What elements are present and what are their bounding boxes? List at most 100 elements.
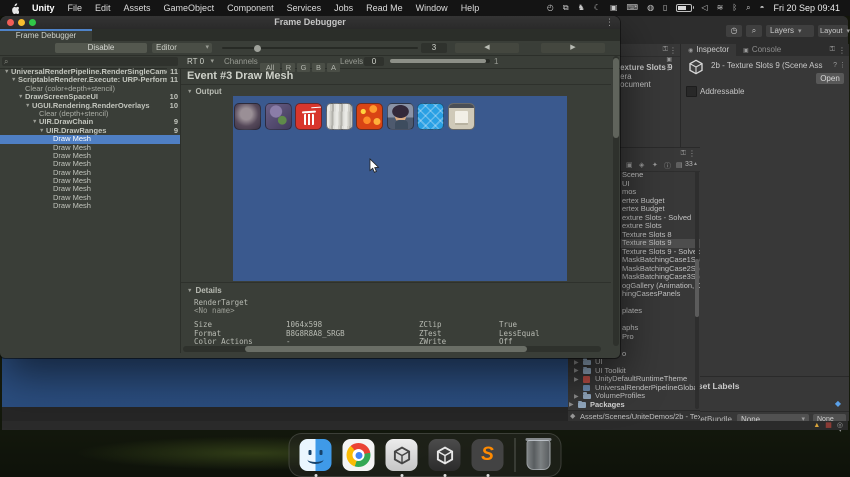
docker-icon[interactable]: ♞ (578, 0, 585, 16)
sublime-dock-icon[interactable]: S (471, 439, 504, 477)
bluetooth-icon[interactable]: ᛒ (732, 0, 737, 16)
unity-hub-dock-icon[interactable] (385, 439, 418, 477)
event-tree-row[interactable]: Draw Mesh (0, 144, 180, 152)
event-tree-row[interactable]: Draw Mesh (0, 194, 180, 202)
addressable-checkbox[interactable] (686, 86, 697, 97)
chrome-dock-icon[interactable] (342, 439, 375, 471)
next-event-button[interactable]: ▶ (541, 43, 605, 53)
disable-button[interactable]: Disable (55, 43, 147, 53)
scroll-up-icon[interactable]: ▲ (693, 161, 698, 167)
tab-frame-debugger[interactable]: Frame Debugger (0, 29, 92, 41)
search-icon[interactable]: ⌕ (746, 25, 762, 37)
search-input[interactable] (2, 57, 178, 66)
event-tree-row[interactable]: ▼ DrawScreenSpaceUI 10 (0, 93, 180, 102)
history-icon[interactable]: ◷ (726, 25, 742, 37)
project-item[interactable]: ▶ UI (568, 358, 700, 367)
event-tree-row[interactable]: Draw Mesh (0, 202, 180, 210)
event-tree-row[interactable]: Draw Mesh (0, 177, 180, 185)
tag-icon[interactable]: ◆ (835, 399, 841, 408)
filter-type-icon[interactable]: ▣ (626, 161, 633, 169)
menu-gameobject[interactable]: GameObject (164, 3, 215, 13)
project-item[interactable]: UniversalRenderPipelineGlobalSet (568, 384, 700, 393)
ok-status-icon[interactable]: ◎ (837, 421, 843, 430)
lock-icon[interactable]: ⚿ (830, 46, 835, 54)
menu-services[interactable]: Services (287, 3, 322, 13)
filter-prefab-icon[interactable]: ◈ (639, 161, 644, 169)
hierarchy-item[interactable]: ocument (618, 81, 680, 90)
menu-dots-icon[interactable]: ⋮ (605, 16, 614, 29)
event-tree-row[interactable]: Draw Mesh (0, 152, 180, 160)
foldout-arrow-icon[interactable]: ▶ (574, 393, 579, 401)
open-button[interactable]: Open (816, 73, 844, 84)
progress-status-icon[interactable]: ▲ (813, 421, 820, 430)
unity-dock-icon[interactable] (428, 439, 461, 477)
help-icon[interactable]: ? (833, 62, 837, 69)
event-tree-row[interactable]: Clear (color+depth+stencil) (0, 85, 180, 93)
sync-icon[interactable]: ◴ (547, 0, 554, 16)
prev-event-button[interactable]: ◀ (455, 43, 519, 53)
finder-dock-icon[interactable] (299, 439, 332, 477)
horizontal-scrollbar-handle[interactable] (245, 346, 527, 352)
menu-component[interactable]: Component (227, 3, 274, 13)
menu-dots-icon[interactable]: ⋮ (688, 149, 696, 158)
event-tree-row[interactable]: ▼ UniversalRenderPipeline.RenderSingleCam… (0, 68, 180, 77)
event-slider-knob[interactable] (254, 44, 261, 52)
menu-dots-icon[interactable]: ⋮ (664, 64, 672, 73)
foldout-arrow-icon[interactable]: ▶ (574, 359, 579, 367)
lock-icon[interactable]: ⚿ (681, 150, 686, 158)
menu-unity[interactable]: Unity (32, 3, 55, 13)
hierarchy-item[interactable]: era (618, 73, 680, 82)
control-center-icon[interactable]: ◓ (760, 0, 765, 16)
screen-mirroring-icon[interactable]: ⧉ (563, 0, 569, 16)
event-tree-row[interactable]: ▼ ScriptableRenderer.Execute: URP-Perform… (0, 76, 180, 85)
project-item[interactable]: ▶ UnityDefaultRuntimeTheme (568, 375, 700, 384)
menu-help[interactable]: Help (461, 3, 480, 13)
menu-read-me[interactable]: Read Me (366, 3, 403, 13)
levels-min-field[interactable]: 0 (364, 57, 384, 66)
menu-dots-icon[interactable]: ⋮ (669, 46, 677, 55)
target-dropdown[interactable]: Editor (152, 43, 212, 53)
tab-inspector[interactable]: ◉ Inspector (681, 44, 737, 56)
event-slider[interactable] (222, 47, 418, 49)
foldout-arrow-icon[interactable]: ▶ (574, 367, 579, 375)
details-foldout[interactable]: Details (187, 286, 221, 295)
globe-icon[interactable]: ◍ (647, 0, 654, 16)
v-app-icon[interactable]: ▣ (610, 0, 618, 16)
vertical-scrollbar[interactable] (613, 56, 619, 346)
volume-icon[interactable]: ◁ (701, 0, 707, 16)
event-tree-row[interactable]: ▼ UGUI.Rendering.RenderOverlays 10 (0, 101, 180, 110)
menu-jobs[interactable]: Jobs (334, 3, 353, 13)
event-number-field[interactable]: 3 (421, 43, 447, 53)
battery-icon[interactable] (676, 4, 695, 12)
foldout-arrow-icon[interactable]: ▼ (11, 76, 18, 84)
foldout-arrow-icon[interactable]: ▶ (569, 401, 574, 409)
wifi-icon[interactable]: ≋ (717, 0, 724, 16)
layers-dropdown[interactable]: Layers (766, 25, 814, 37)
menu-window[interactable]: Window (416, 3, 448, 13)
trash-dock-icon[interactable] (525, 438, 552, 470)
event-tree-row[interactable]: Draw Mesh (0, 185, 180, 193)
error-status-icon[interactable]: ▦ (825, 421, 832, 430)
menu-dots-icon[interactable]: ⋮ (838, 46, 846, 55)
menu-file[interactable]: File (68, 3, 83, 13)
filter-info-icon[interactable]: ⓘ (664, 161, 671, 171)
foldout-arrow-icon[interactable]: ▶ (574, 376, 579, 384)
horizontal-scrollbar[interactable] (183, 346, 601, 352)
menu-dots-icon[interactable]: ⋮ (839, 62, 846, 69)
menu-edit[interactable]: Edit (95, 3, 111, 13)
event-tree-row[interactable]: ▼ UIR.DrawChain 9 (0, 118, 180, 127)
foldout-arrow-icon[interactable]: ▼ (32, 118, 39, 126)
lock-icon[interactable]: ⚿ (663, 46, 668, 54)
output-foldout[interactable]: Output (187, 87, 221, 96)
project-item[interactable]: ▶ VolumeProfiles (568, 392, 700, 401)
spotlight-icon[interactable]: ⌕ (746, 0, 750, 16)
layout-dropdown[interactable]: Layout (818, 25, 848, 37)
filter-label-icon[interactable]: ✦ (652, 161, 658, 169)
apple-menu-icon[interactable] (10, 2, 19, 14)
project-item[interactable]: ▶ UI Toolkit (568, 367, 700, 376)
menu-assets[interactable]: Assets (124, 3, 151, 13)
project-item[interactable]: ▶ Packages (568, 401, 700, 410)
event-tree-row[interactable]: Draw Mesh (0, 160, 180, 168)
foldout-arrow-icon[interactable]: ▼ (39, 127, 46, 135)
scene-visibility-icon[interactable]: ▣ (666, 56, 672, 63)
